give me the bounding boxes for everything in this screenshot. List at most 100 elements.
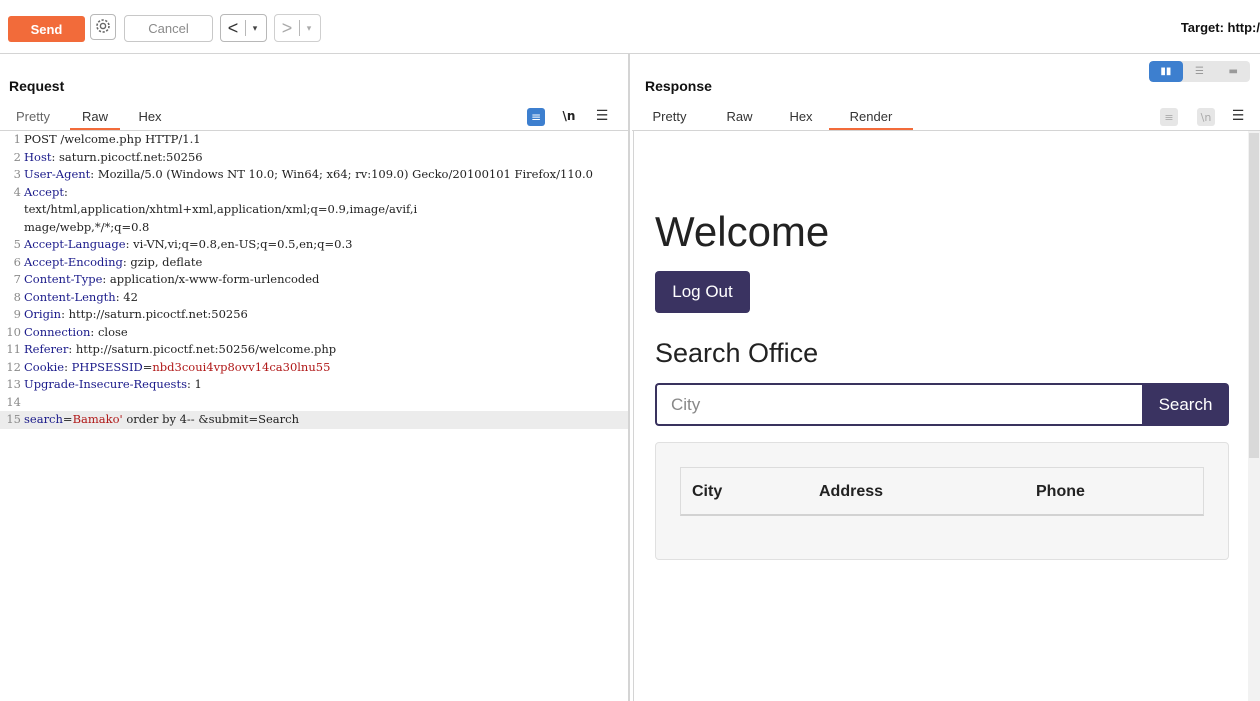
- line-number: 12: [6, 359, 21, 374]
- tab-pretty[interactable]: Pretty: [651, 105, 688, 129]
- code-text: =: [62, 412, 73, 426]
- column-phone: Phone: [1036, 483, 1085, 500]
- request-editor[interactable]: 1 POST /welcome.php HTTP/1.1 2 Host: saturn…: [0, 131, 628, 701]
- editor-line[interactable]: 14: [0, 394, 628, 412]
- line-content[interactable]: search=Bamako' order by 4-- &submit=Sear…: [24, 411, 614, 429]
- code-text: : 42: [115, 289, 138, 304]
- line-number: 9: [13, 307, 21, 321]
- code-text: : text/html,application/xhtml+xml,applic…: [24, 184, 418, 234]
- editor-line[interactable]: 13 Upgrade-Insecure-Requests: 1: [0, 376, 628, 394]
- tab-hex[interactable]: Hex: [137, 105, 163, 129]
- logout-button[interactable]: Log Out: [655, 271, 750, 313]
- header-name: Connection: [24, 324, 91, 339]
- code-text: :: [64, 359, 72, 374]
- column-address: Address: [819, 483, 884, 500]
- column-city: City: [692, 483, 723, 500]
- line-content[interactable]: Content-Type: application/x-www-form-url…: [24, 271, 614, 289]
- chevron-down-icon[interactable]: ▾: [246, 23, 264, 34]
- line-number: 7: [13, 272, 21, 286]
- code-text: : saturn.picoctf.net:50256: [51, 149, 203, 164]
- line-content[interactable]: User-Agent: Mozilla/5.0 (Windows NT 10.0…: [24, 166, 614, 184]
- editor-line[interactable]: 2 Host: saturn.picoctf.net:50256: [0, 149, 628, 167]
- line-content[interactable]: Origin: http://saturn.picoctf.net:50256: [24, 306, 614, 324]
- results-table-header: City Address Phone: [680, 467, 1204, 516]
- value-text: Bamako': [72, 412, 123, 426]
- send-button[interactable]: Send: [8, 16, 85, 42]
- editor-line[interactable]: 8 Content-Length: 42: [0, 289, 628, 307]
- line-number: 15: [6, 412, 21, 426]
- line-content[interactable]: Connection: close: [24, 324, 614, 342]
- welcome-heading: Welcome: [655, 208, 830, 255]
- tab-pretty[interactable]: Pretty: [14, 105, 52, 129]
- editor-line[interactable]: 4 Accept: text/html,application/xhtml+xml…: [0, 184, 628, 237]
- line-content[interactable]: Content-Length: 42: [24, 289, 614, 307]
- line-content[interactable]: Host: saturn.picoctf.net:50256: [24, 149, 614, 167]
- editor-line[interactable]: 10 Connection: close: [0, 324, 628, 342]
- response-tabs: Pretty Raw Hex Render: [651, 105, 913, 131]
- line-content[interactable]: Accept-Encoding: gzip, deflate: [24, 254, 614, 272]
- settings-button[interactable]: [90, 14, 116, 40]
- layout-single-icon[interactable]: ▬: [1216, 61, 1250, 82]
- line-number: 8: [13, 289, 21, 304]
- line-number: 13: [6, 377, 21, 391]
- editor-line[interactable]: 12 Cookie: PHPSESSID=nbd3coui4vp8ovv14ca3…: [0, 359, 628, 377]
- cancel-button[interactable]: Cancel: [124, 15, 213, 42]
- editor-line[interactable]: 7 Content-Type: application/x-www-form-ur…: [0, 271, 628, 289]
- history-back-group[interactable]: < ▾: [220, 14, 267, 42]
- line-number: 5: [13, 237, 21, 251]
- chevron-down-icon[interactable]: ▾: [300, 23, 318, 34]
- newline-icon[interactable]: \n: [561, 107, 577, 125]
- layout-split-icon[interactable]: ▮▮: [1149, 61, 1183, 82]
- line-number: 6: [13, 254, 21, 269]
- scrollbar-thumb[interactable]: [1249, 133, 1259, 458]
- line-content[interactable]: Upgrade-Insecure-Requests: 1: [24, 376, 614, 394]
- tab-raw[interactable]: Raw: [70, 105, 120, 131]
- history-forward-group[interactable]: > ▾: [274, 14, 321, 42]
- menu-icon[interactable]: ☰: [594, 107, 610, 125]
- editor-line[interactable]: 11 Referer: http://saturn.picoctf.net:502…: [0, 341, 628, 359]
- city-search-input[interactable]: City: [655, 383, 1143, 426]
- line-content[interactable]: Accept-Language: vi-VN,vi;q=0.8,en-US;q=…: [24, 236, 614, 254]
- editor-line[interactable]: 3 User-Agent: Mozilla/5.0 (Windows NT 10.…: [0, 166, 628, 184]
- line-number: 10: [6, 324, 21, 339]
- header-name: Content-Type: [24, 272, 103, 286]
- editor-line[interactable]: 15 search=Bamako' order by 4-- &submit=Se…: [0, 411, 628, 429]
- code-text: : application/x-www-form-urlencoded: [102, 272, 320, 286]
- header-name: Accept-Language: [24, 237, 126, 251]
- target-label[interactable]: Target: http:/: [1181, 20, 1260, 35]
- editor-line[interactable]: 1 POST /welcome.php HTTP/1.1: [0, 131, 628, 149]
- editor-line[interactable]: 9 Origin: http://saturn.picoctf.net:50256: [0, 306, 628, 324]
- layout-horizontal-icon[interactable]: ☰: [1183, 61, 1217, 82]
- line-number: 4: [13, 184, 21, 199]
- request-tabs: Pretty Raw Hex: [14, 105, 163, 131]
- back-arrow-icon[interactable]: <: [221, 18, 245, 39]
- wrap-lines-icon[interactable]: ≡: [527, 108, 545, 126]
- newline-icon[interactable]: \n: [1197, 108, 1215, 126]
- request-panel-title: Request: [9, 78, 65, 94]
- line-number: 1: [13, 132, 21, 146]
- code-text: POST /welcome.php HTTP/1.1: [24, 132, 201, 146]
- header-name: search: [24, 412, 63, 426]
- editor-line[interactable]: 6 Accept-Encoding: gzip, deflate: [0, 254, 628, 272]
- panel-divider[interactable]: [628, 54, 630, 701]
- tab-render[interactable]: Render: [829, 105, 913, 131]
- search-button[interactable]: Search: [1142, 383, 1229, 426]
- header-name: PHPSESSID: [71, 359, 143, 374]
- forward-arrow-icon[interactable]: >: [275, 18, 299, 39]
- search-office-heading: Search Office: [655, 338, 819, 368]
- header-name: Accept: [24, 184, 64, 199]
- code-text: : http://saturn.picoctf.net:50256: [61, 307, 248, 321]
- line-content[interactable]: [24, 394, 614, 412]
- tab-hex[interactable]: Hex: [789, 105, 813, 129]
- toolbar: Send Cancel < ▾ > ▾ Target: http:/: [0, 0, 1260, 54]
- header-name: Referer: [24, 342, 69, 356]
- tab-raw[interactable]: Raw: [725, 105, 754, 129]
- line-content[interactable]: Accept: text/html,application/xhtml+xml,…: [24, 184, 614, 237]
- layout-toggle: ▮▮ ☰ ▬: [1149, 61, 1250, 82]
- line-content[interactable]: Cookie: PHPSESSID=nbd3coui4vp8ovv14ca30l…: [24, 359, 614, 377]
- line-content[interactable]: POST /welcome.php HTTP/1.1: [24, 131, 614, 149]
- editor-line[interactable]: 5 Accept-Language: vi-VN,vi;q=0.8,en-US;q…: [0, 236, 628, 254]
- line-content[interactable]: Referer: http://saturn.picoctf.net:50256…: [24, 341, 614, 359]
- menu-icon[interactable]: ☰: [1230, 107, 1246, 125]
- wrap-lines-icon[interactable]: ≡: [1160, 108, 1178, 126]
